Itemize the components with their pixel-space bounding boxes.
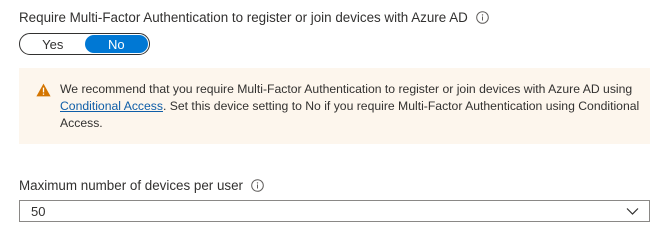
conditional-access-link[interactable]: Conditional Access	[60, 99, 163, 113]
max-devices-selected-value: 50	[31, 203, 46, 219]
info-icon[interactable]	[475, 11, 489, 24]
mfa-setting-label-row: Require Multi-Factor Authentication to r…	[19, 10, 489, 25]
warning-icon	[36, 83, 51, 97]
warning-text-before-link: We recommend that you require Multi-Fact…	[60, 82, 633, 96]
max-devices-label: Maximum number of devices per user	[19, 178, 244, 193]
warning-message-bar: We recommend that you require Multi-Fact…	[19, 68, 650, 144]
toggle-option-yes[interactable]: Yes	[21, 35, 85, 53]
mfa-toggle[interactable]: Yes No	[19, 33, 150, 55]
warning-text: We recommend that you require Multi-Fact…	[60, 81, 640, 132]
mfa-setting-label: Require Multi-Factor Authentication to r…	[19, 10, 468, 25]
chevron-down-icon	[626, 206, 639, 216]
max-devices-label-row: Maximum number of devices per user	[19, 178, 264, 193]
info-icon[interactable]	[251, 179, 264, 192]
toggle-option-no[interactable]: No	[84, 35, 148, 53]
max-devices-dropdown[interactable]: 50	[19, 200, 650, 222]
